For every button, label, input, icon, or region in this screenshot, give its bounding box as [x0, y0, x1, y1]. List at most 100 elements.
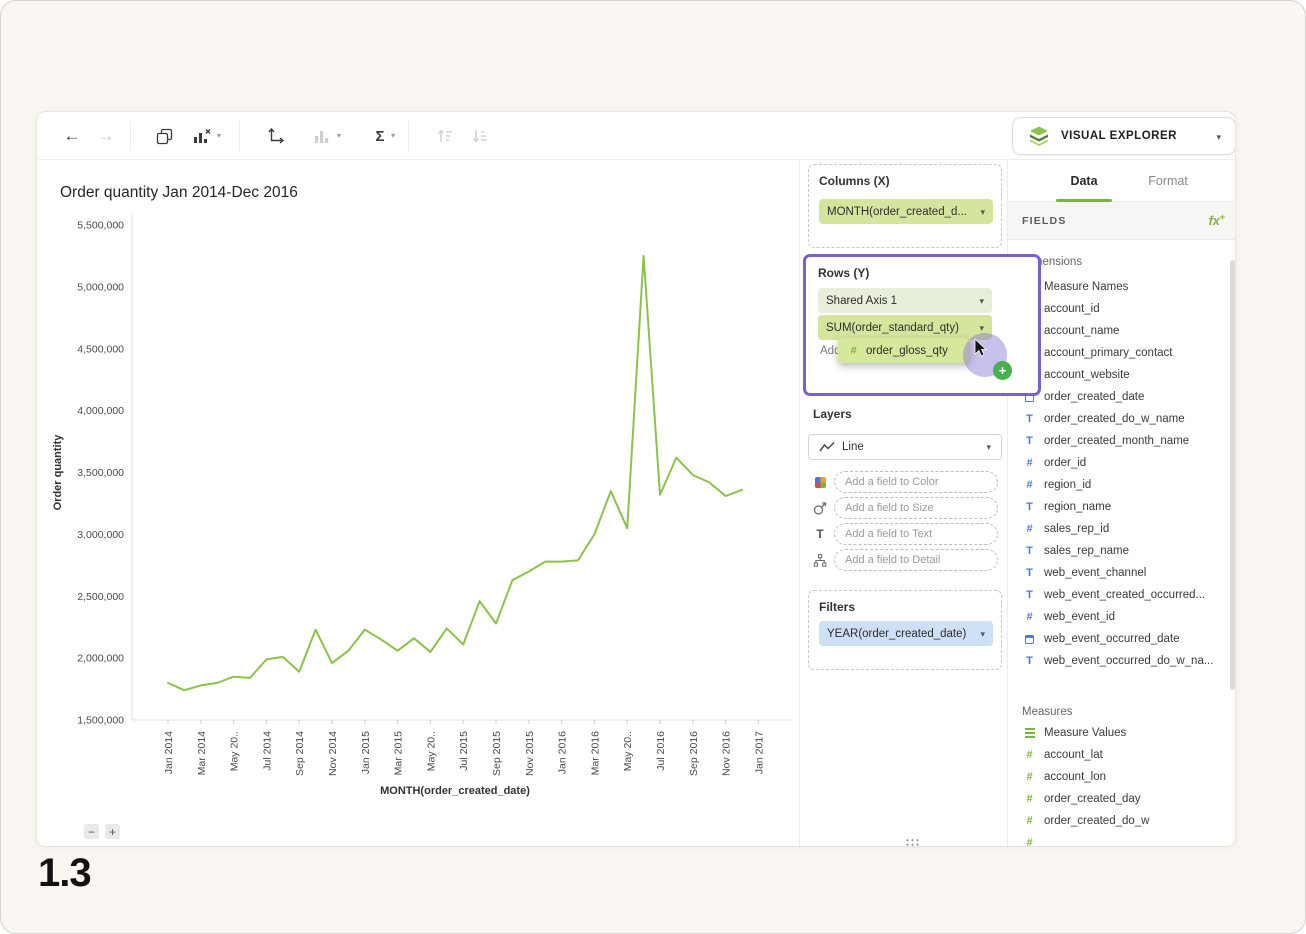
chart-type-button[interactable]	[309, 123, 335, 149]
number-icon: #	[846, 344, 861, 358]
field-item[interactable]: #order_id	[1008, 452, 1236, 474]
field-item[interactable]: #order_created_day	[1008, 788, 1236, 810]
chevron-down-icon	[1216, 127, 1221, 145]
number-icon: #	[1022, 610, 1037, 624]
field-item[interactable]: #region_id	[1008, 474, 1236, 496]
svg-text:5,500,000: 5,500,000	[77, 220, 124, 232]
swap-axes-icon	[266, 126, 286, 146]
drop-field-text[interactable]: Add a field to Text	[834, 523, 998, 545]
tab-data[interactable]: Data	[1056, 160, 1112, 202]
visual-explorer-button[interactable]: VISUAL EXPLORER	[1012, 117, 1236, 155]
number-icon: #	[1022, 478, 1037, 492]
sort-ascending-button[interactable]	[432, 123, 458, 149]
field-item[interactable]: Taccount_name	[1008, 320, 1236, 342]
svg-text:Jan 2017: Jan 2017	[753, 731, 765, 774]
swap-axes-button[interactable]	[263, 123, 289, 149]
sort-descending-button[interactable]	[467, 123, 493, 149]
dragged-field-pill[interactable]: # order_gloss_qty	[838, 338, 970, 363]
drop-field-color[interactable]: Add a field to Color	[834, 471, 998, 493]
chart-area: Order quantity Jan 2014-Dec 2016 1,500,0…	[37, 160, 799, 847]
chevron-down-icon[interactable]	[979, 295, 984, 307]
number-icon: #	[1022, 836, 1037, 847]
visual-explorer-window: ← → ▾ ▾ Σ ▾	[36, 111, 1236, 847]
chevron-down-icon[interactable]: ▾	[337, 131, 341, 140]
line-chart[interactable]: 1,500,0002,000,0002,500,0003,000,0003,50…	[37, 202, 799, 842]
zoom-in-button[interactable]: +	[105, 824, 120, 839]
field-item[interactable]: #account_lon	[1008, 766, 1236, 788]
text-icon: T	[812, 527, 828, 542]
field-item[interactable]: Taccount_website	[1008, 364, 1236, 386]
filters-pill[interactable]: YEAR(order_created_date)	[819, 621, 993, 646]
layer-drop-row: T Add a field to Text	[812, 522, 998, 546]
field-label: order_created_do_w	[1044, 815, 1150, 827]
text-icon: T	[1022, 412, 1037, 426]
svg-text:Sep 2015: Sep 2015	[491, 731, 503, 776]
field-item[interactable]: # web_event_id	[1008, 606, 1236, 628]
chevron-down-icon[interactable]	[986, 441, 991, 453]
svg-text:Sep 2014: Sep 2014	[294, 731, 306, 776]
chart-title: Order quantity Jan 2014-Dec 2016	[60, 184, 298, 202]
field-item[interactable]: Torder_created_month_name	[1008, 430, 1236, 452]
fields-panel: Data Format FIELDS fx+ Dimensions Measur…	[1007, 160, 1236, 847]
chevron-down-icon[interactable]: ▾	[391, 131, 395, 140]
resize-handle[interactable]	[905, 838, 919, 847]
columns-pill[interactable]: MONTH(order_created_d...	[819, 199, 993, 224]
chevron-down-icon[interactable]: ▾	[217, 131, 221, 140]
chevron-down-icon[interactable]	[979, 322, 984, 334]
field-item[interactable]: Torder_created_do_w_name	[1008, 408, 1236, 430]
text-icon: T	[1022, 588, 1037, 602]
field-item[interactable]: Taccount_primary_contact	[1008, 342, 1236, 364]
svg-text:Jan 2016: Jan 2016	[557, 731, 569, 774]
calendar-icon	[1022, 632, 1037, 646]
toolbar-divider	[239, 121, 240, 151]
layers-title: Layers	[813, 407, 852, 421]
field-item[interactable]: # account_lat	[1008, 744, 1236, 766]
sum-field-pill-label: SUM(order_standard_qty)	[826, 322, 959, 334]
field-item[interactable]: Tregion_name	[1008, 496, 1236, 518]
field-item[interactable]: #account_id	[1008, 298, 1236, 320]
field-item[interactable]: order_created_date	[1008, 386, 1236, 408]
drop-field-size[interactable]: Add a field to Size	[834, 497, 998, 519]
field-label: account_lat	[1044, 749, 1103, 761]
zoom-out-button[interactable]: −	[84, 824, 99, 839]
drop-field-detail[interactable]: Add a field to Detail	[834, 549, 998, 571]
tab-format[interactable]: Format	[1140, 160, 1196, 202]
field-item[interactable]: Tweb_event_created_occurred...	[1008, 584, 1236, 606]
field-item[interactable]: Tsales_rep_name	[1008, 540, 1236, 562]
chevron-down-icon[interactable]	[980, 628, 985, 640]
add-field-badge: +	[993, 361, 1012, 380]
svg-text:Nov 2014: Nov 2014	[327, 731, 339, 776]
field-item[interactable]: Measure Values	[1008, 722, 1236, 744]
layer-drop-row: Add a field to Size	[812, 496, 998, 520]
svg-text:May 20..: May 20..	[622, 731, 634, 771]
forward-button[interactable]: →	[93, 123, 119, 149]
svg-text:Jul 2014: Jul 2014	[261, 731, 273, 771]
number-icon: #	[1022, 522, 1037, 536]
field-item[interactable]: Measure Names	[1008, 276, 1236, 298]
field-label: web_event_id	[1044, 611, 1115, 623]
scrollbar[interactable]	[1230, 260, 1235, 690]
field-item[interactable]: #order_created_do_w	[1008, 810, 1236, 832]
columns-shelf-title: Columns (X)	[819, 174, 890, 188]
field-label: order_created_day	[1044, 793, 1141, 805]
visual-explorer-icon	[1027, 124, 1051, 148]
chevron-down-icon[interactable]	[980, 206, 985, 218]
add-calculation-icon[interactable]: fx+	[1209, 212, 1225, 228]
back-button[interactable]: ←	[59, 123, 85, 149]
rows-shelf-title: Rows (Y)	[818, 266, 869, 280]
field-item[interactable]: #sales_rep_id	[1008, 518, 1236, 540]
field-item[interactable]: Tweb_event_channel	[1008, 562, 1236, 584]
field-item[interactable]: Tweb_event_occurred_do_w_na...	[1008, 650, 1236, 672]
aggregate-button[interactable]: Σ	[367, 123, 393, 149]
remove-chart-button[interactable]	[189, 123, 215, 149]
field-label: sales_rep_name	[1044, 545, 1129, 557]
number-icon: #	[1022, 456, 1037, 470]
sum-field-pill[interactable]: SUM(order_standard_qty)	[818, 315, 992, 340]
mark-type-select[interactable]: Line	[808, 434, 1002, 460]
field-item[interactable]: web_event_occurred_date	[1008, 628, 1236, 650]
duplicate-chart-button[interactable]	[151, 123, 177, 149]
text-icon: T	[1022, 500, 1037, 514]
shared-axis-pill[interactable]: Shared Axis 1	[818, 288, 992, 313]
number-icon: #	[1022, 748, 1037, 762]
field-item[interactable]: #	[1008, 832, 1236, 847]
